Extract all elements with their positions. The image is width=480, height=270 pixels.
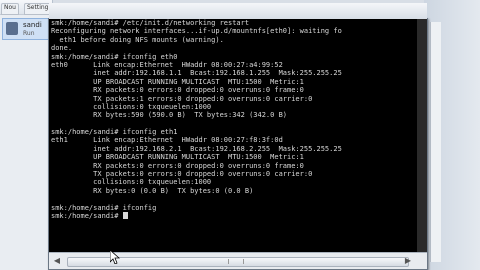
terminal-line: UP BROADCAST RUNNING MULTICAST MTU:1500 … [51, 77, 304, 86]
terminal-line: smk:/home/sandi# /etc/init.d/networking … [51, 19, 250, 27]
background-toolbar: Nou Setting [0, 0, 52, 15]
terminal-line: smk:/home/sandi# ifconfig eth0 [51, 52, 178, 61]
terminal-vertical-scrollbar[interactable] [417, 19, 427, 253]
terminal-line: collisions:0 txqueuelen:1000 [51, 178, 212, 187]
mouse-pointer-icon [110, 250, 120, 264]
terminal-line: UP BROADCAST RUNNING MULTICAST MTU:1500 … [51, 153, 304, 162]
terminal-window[interactable]: smk:/home/sandi# /etc/init.d/networking … [48, 3, 428, 270]
background-window: Nou Setting sandi Run [0, 0, 53, 270]
terminal-horizontal-scrollbar[interactable]: ◀ ▶ [49, 252, 427, 269]
terminal-line: Reconfiguring network interfaces...if-up… [51, 27, 342, 36]
terminal-line: collisions:0 txqueuelen:1000 [51, 102, 212, 111]
vm-name: sandi [23, 21, 42, 29]
terminal-line: TX packets:1 errors:0 dropped:0 overruns… [51, 94, 313, 103]
terminal-line: eth0 Link encap:Ethernet HWaddr 08:00:27… [51, 60, 283, 69]
terminal-cursor [122, 211, 128, 219]
terminal-line: smk:/home/sandi# ifconfig [51, 203, 157, 212]
arrow-left-icon[interactable]: ◀ [52, 256, 62, 266]
terminal-line: done. [51, 44, 73, 53]
toolbar-button-settings[interactable]: Setting [24, 3, 52, 15]
toolbar-button-new[interactable]: Nou [1, 3, 19, 15]
vm-icon [6, 22, 18, 35]
terminal-line: TX packets:0 errors:0 dropped:0 overruns… [51, 170, 313, 179]
terminal-line: RX packets:0 errors:0 dropped:0 overruns… [51, 161, 304, 170]
vm-state: Run [23, 30, 35, 37]
terminal-line: RX bytes:590 (590.0 B) TX bytes:342 (342… [51, 111, 288, 120]
terminal-line: eth1 Link encap:Ethernet HWaddr 08:00:27… [51, 136, 283, 145]
terminal-output[interactable]: smk:/home/sandi# /etc/init.d/networking … [51, 19, 415, 251]
terminal-titlebar [49, 3, 427, 19]
terminal-line: smk:/home/sandi# [51, 211, 415, 220]
terminal-line: inet addr:192.168.2.1 Bcast:192.168.2.25… [51, 144, 342, 153]
terminal-line: eth1 before doing NFS mounts (warning). [51, 35, 224, 44]
background-scrollbar[interactable] [430, 22, 441, 262]
terminal-line: smk:/home/sandi# ifconfig eth1 [51, 128, 178, 137]
vm-list-item[interactable]: sandi Run [2, 18, 52, 40]
scrollbar-grip [228, 259, 244, 264]
terminal-line: inet addr:192.168.1.1 Bcast:192.168.1.25… [51, 69, 342, 78]
terminal-line: RX bytes:0 (0.0 B) TX bytes:0 (0.0 B) [51, 186, 254, 195]
arrow-right-icon[interactable]: ▶ [403, 256, 413, 266]
terminal-line: RX packets:0 errors:0 dropped:0 overruns… [51, 86, 304, 95]
